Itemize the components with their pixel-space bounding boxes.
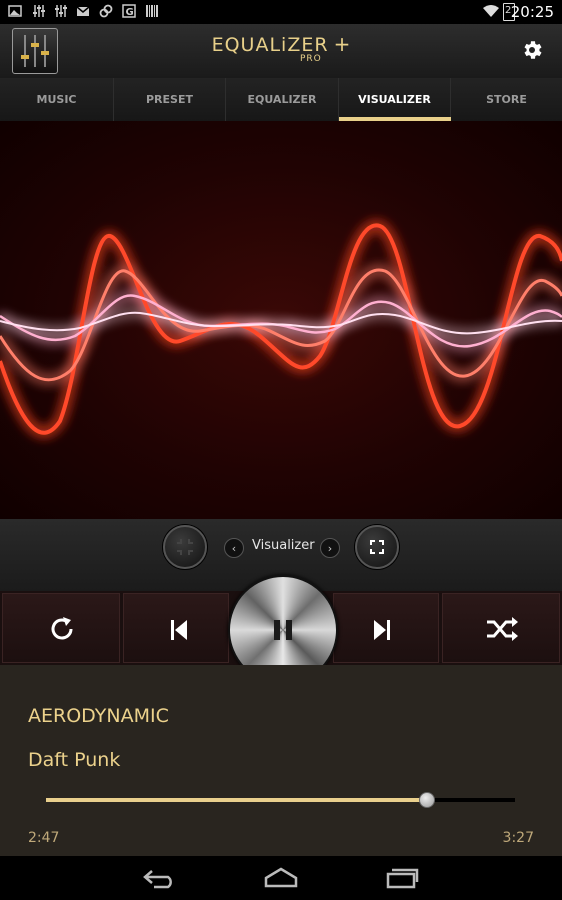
svg-text:G: G [126,7,134,18]
previous-button[interactable] [123,593,229,663]
seek-bar-thumb[interactable] [418,792,435,808]
fullscreen-icon[interactable] [355,525,399,569]
system-nav-bar [0,856,562,900]
chevron-right-icon[interactable]: › [320,538,340,558]
app-header: EQUALiZER + PRO [0,24,562,79]
shuffle-icon [487,617,518,641]
app-subtitle: PRO [300,54,322,64]
next-icon [374,620,390,640]
previous-icon [171,620,187,640]
app-title: EQUALiZER [211,34,329,56]
app-title-wrap: EQUALiZER + [0,32,562,56]
tab-equalizer[interactable]: EQUALIZER [226,78,339,121]
seek-bar[interactable] [46,792,515,808]
tab-preset[interactable]: PRESET [114,78,226,121]
clock: 20:25 [510,3,554,21]
elapsed-time: 2:47 [28,830,60,846]
minimize-icon[interactable] [163,525,207,569]
gmail-icon [76,6,90,16]
repeat-icon [51,617,73,640]
tab-music[interactable]: MUSIC [0,78,114,121]
tab-bar: MUSIC PRESET EQUALIZER VISUALIZER STORE [0,78,562,121]
barcode-icon [146,5,158,17]
visualizer-mode-label: Visualizer [252,538,315,553]
gallery-icon [8,5,22,17]
status-bar: G 2 20:25 [0,0,562,24]
back-icon[interactable] [142,867,178,889]
home-icon[interactable] [263,867,299,889]
tab-visualizer[interactable]: VISUALIZER [339,78,451,121]
tab-store[interactable]: STORE [451,78,562,121]
shuffle-button[interactable] [442,593,560,663]
link-icon [99,4,113,18]
chevron-left-icon[interactable]: ‹ [224,538,244,558]
equalizer-icon [33,5,45,17]
repeat-button[interactable] [2,593,120,663]
total-time: 3:27 [502,830,534,846]
artist-name: Daft Punk [28,749,121,771]
app-title-plus: + [333,32,351,56]
settings-icon[interactable] [520,38,544,62]
song-title: AERODYNAMIC [28,705,169,727]
visualizer-canvas[interactable] [0,121,562,519]
g-icon: G [122,4,136,18]
waveform [0,223,562,435]
equalizer-icon-2 [55,5,67,17]
seek-bar-fill [46,798,426,802]
pause-icon [274,620,292,640]
now-playing-panel: AERODYNAMIC Daft Punk 2:47 3:27 [0,665,562,856]
next-button[interactable] [333,593,439,663]
wifi-icon [483,5,499,17]
recents-icon[interactable] [384,867,420,889]
